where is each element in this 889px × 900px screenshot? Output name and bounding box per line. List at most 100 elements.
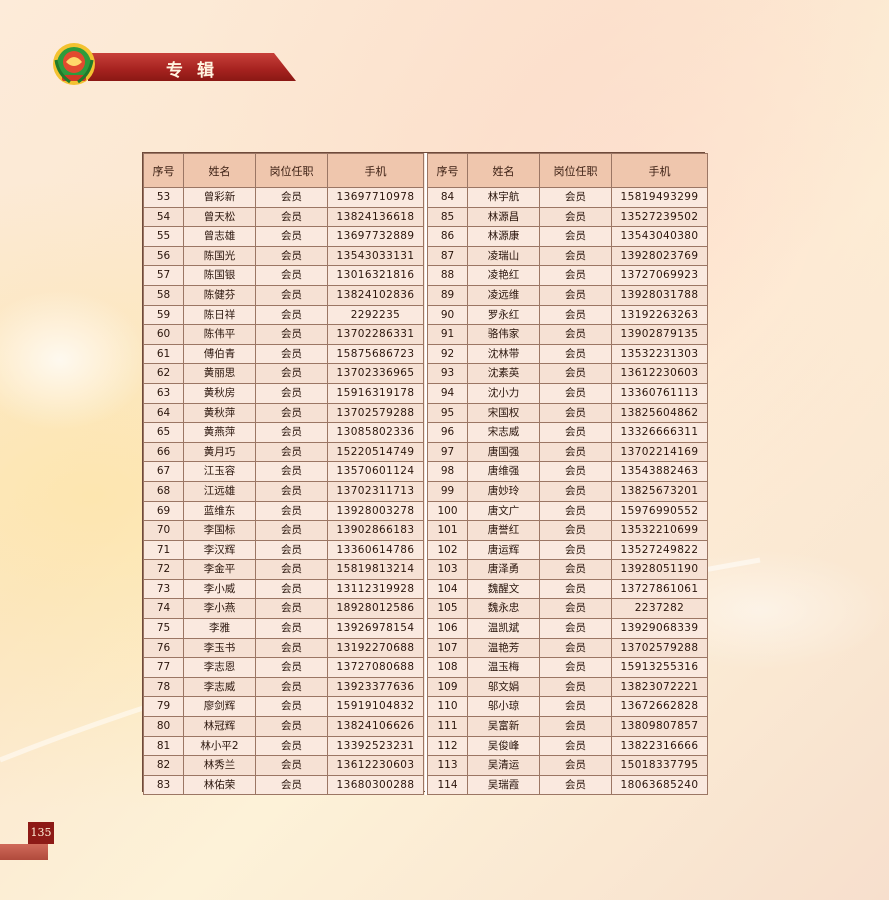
table-row: 75 李雅 会员 13926978154	[143, 618, 424, 639]
member-table-left: 序号 姓名 岗位任职 手机 53 曾彩新 会员 13697710978 54 曾天松 会员 1…	[143, 153, 424, 796]
table-row: 113 吴清运 会员 15018337795	[427, 755, 708, 776]
cell-name: 江玉容	[183, 461, 256, 482]
cell-mobile: 13824106626	[327, 716, 424, 737]
cell-position: 会员	[539, 461, 612, 482]
cell-serial: 83	[143, 774, 184, 796]
cell-serial: 58	[143, 284, 184, 306]
cell-name: 李金平	[183, 559, 256, 580]
cell-name: 罗永红	[467, 304, 540, 326]
cell-position: 会员	[255, 559, 328, 580]
cell-mobile: 13680300288	[327, 774, 424, 796]
cell-serial: 108	[427, 657, 468, 678]
table-header-row: 序号 姓名 岗位任职 手机	[427, 153, 708, 188]
cell-mobile: 13702336965	[327, 363, 424, 384]
cell-position: 会员	[255, 245, 328, 267]
header-mobile: 手机	[611, 153, 708, 188]
cell-serial: 100	[427, 500, 468, 522]
cell-serial: 96	[427, 422, 468, 443]
cell-serial: 111	[427, 716, 468, 737]
cell-serial: 68	[143, 480, 184, 502]
cell-name: 李志威	[183, 676, 256, 698]
cell-position: 会员	[255, 461, 328, 482]
cell-serial: 75	[143, 618, 184, 639]
cell-serial: 99	[427, 480, 468, 502]
section-title: 专辑	[166, 61, 228, 81]
cell-serial: 97	[427, 441, 468, 463]
cell-mobile: 13532231303	[611, 343, 708, 365]
table-row: 70 李国标 会员 13902866183	[143, 520, 424, 541]
cell-mobile: 13543040380	[611, 226, 708, 247]
cell-serial: 54	[143, 206, 184, 228]
cell-position: 会员	[539, 657, 612, 678]
table-row: 96 宋志威 会员 13326666311	[427, 422, 708, 443]
cell-position: 会员	[255, 696, 328, 718]
cell-name: 蓝维东	[183, 500, 256, 522]
cell-position: 会员	[539, 696, 612, 718]
table-row: 63 黄秋房 会员 15916319178	[143, 382, 424, 404]
table-row: 101 唐誉红 会员 13532210699	[427, 520, 708, 541]
cell-mobile: 13825604862	[611, 402, 708, 424]
cell-position: 会员	[255, 774, 328, 796]
cell-name: 黄秋萍	[183, 402, 256, 424]
cell-position: 会员	[255, 480, 328, 502]
header-name: 姓名	[467, 153, 540, 188]
cell-position: 会员	[539, 343, 612, 365]
table-row: 83 林佑荣 会员 13680300288	[143, 774, 424, 796]
table-row: 106 温凯斌 会员 13929068339	[427, 618, 708, 639]
page-number: 135	[28, 822, 54, 844]
cell-mobile: 13570601124	[327, 461, 424, 482]
section-header: 专辑	[52, 38, 296, 88]
cell-mobile: 13612230603	[327, 755, 424, 776]
cell-name: 吴清运	[467, 755, 540, 776]
table-row: 89 凌远维 会员 13928031788	[427, 284, 708, 306]
cell-mobile: 13016321816	[327, 265, 424, 286]
cell-serial: 80	[143, 716, 184, 737]
table-row: 65 黄燕萍 会员 13085802336	[143, 422, 424, 443]
cell-serial: 84	[427, 187, 468, 208]
cell-position: 会员	[255, 402, 328, 424]
cell-mobile: 13702286331	[327, 324, 424, 345]
cell-serial: 102	[427, 539, 468, 561]
table-row: 90 罗永红 会员 13192263263	[427, 304, 708, 326]
cell-serial: 101	[427, 520, 468, 541]
cell-name: 曾彩新	[183, 187, 256, 208]
cell-mobile: 13543882463	[611, 461, 708, 482]
cell-position: 会员	[539, 187, 612, 208]
table-row: 55 曾志雄 会员 13697732889	[143, 226, 424, 247]
cell-position: 会员	[255, 657, 328, 678]
cell-serial: 104	[427, 578, 468, 600]
table-left-half: 序号 姓名 岗位任职 手机 53 曾彩新 会员 13697710978 54 曾天松 会员 1…	[143, 153, 424, 796]
association-emblem-icon	[53, 43, 95, 85]
cell-serial: 60	[143, 324, 184, 345]
cell-serial: 109	[427, 676, 468, 698]
cell-position: 会员	[539, 402, 612, 424]
cell-mobile: 18928012586	[327, 598, 424, 620]
cell-name: 李小威	[183, 578, 256, 600]
table-row: 111 吴富新 会员 13809807857	[427, 716, 708, 737]
cell-serial: 86	[427, 226, 468, 247]
cell-serial: 69	[143, 500, 184, 522]
cell-name: 吴富新	[467, 716, 540, 737]
cell-position: 会员	[255, 539, 328, 561]
cell-name: 温凯斌	[467, 618, 540, 639]
cell-mobile: 15220514749	[327, 441, 424, 463]
cell-position: 会员	[539, 441, 612, 463]
cell-serial: 91	[427, 324, 468, 345]
cell-name: 温艳芳	[467, 637, 540, 659]
cell-name: 唐维强	[467, 461, 540, 482]
table-row: 100 唐文广 会员 15976990552	[427, 500, 708, 522]
cell-position: 会员	[255, 382, 328, 404]
cell-mobile: 13527249822	[611, 539, 708, 561]
cell-serial: 87	[427, 245, 468, 267]
cell-mobile: 18063685240	[611, 774, 708, 796]
cell-serial: 94	[427, 382, 468, 404]
table-row: 61 傅伯青 会员 15875686723	[143, 343, 424, 365]
table-row: 67 江玉容 会员 13570601124	[143, 461, 424, 482]
cell-name: 沈小力	[467, 382, 540, 404]
cell-position: 会员	[255, 598, 328, 620]
table-row: 86 林源康 会员 13543040380	[427, 226, 708, 247]
table-row: 69 蓝维东 会员 13928003278	[143, 500, 424, 522]
table-row: 84 林宇航 会员 15819493299	[427, 187, 708, 208]
cell-position: 会员	[255, 755, 328, 776]
header-name: 姓名	[183, 153, 256, 188]
